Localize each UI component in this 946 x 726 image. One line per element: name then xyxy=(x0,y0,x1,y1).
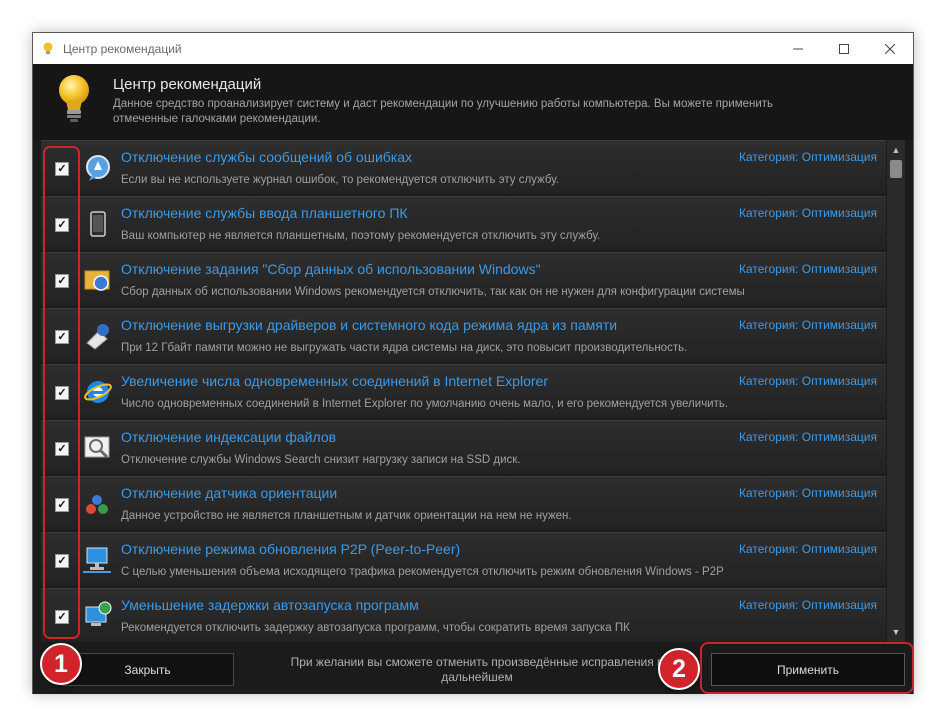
item-description: Данное устройство не является планшетным… xyxy=(121,510,572,522)
list-item[interactable]: ✓ Отключение режима обновления P2P (Peer… xyxy=(41,532,886,586)
item-title[interactable]: Отключение службы сообщений об ошибках xyxy=(121,149,412,165)
item-category: Категория: Оптимизация xyxy=(739,318,877,332)
item-category: Категория: Оптимизация xyxy=(739,262,877,276)
item-description: При 12 Гбайт памяти можно не выгружать ч… xyxy=(121,342,688,354)
list-item[interactable]: ✓ Отключение выгрузки драйверов и систем… xyxy=(41,308,886,362)
memory-icon xyxy=(83,321,113,351)
item-description: Ваш компьютер не является планшетным, по… xyxy=(121,230,601,242)
item-category: Категория: Оптимизация xyxy=(739,206,877,220)
orientation-sensor-icon xyxy=(83,489,113,519)
checkbox-highlight xyxy=(43,146,80,639)
item-category: Категория: Оптимизация xyxy=(739,542,877,556)
maximize-icon[interactable] xyxy=(821,33,867,64)
step-badge-2: 2 xyxy=(658,648,700,690)
item-title[interactable]: Отключение датчика ориентации xyxy=(121,485,337,501)
list-item[interactable]: ✓ Отключение службы ввода планшетного ПК… xyxy=(41,196,886,250)
close-button[interactable]: Закрыть xyxy=(61,653,234,686)
item-description: Сбор данных об использовании Windows рек… xyxy=(121,286,745,298)
list-item[interactable]: ✓ Отключение индексации файлов Категория… xyxy=(41,420,886,474)
item-category: Категория: Оптимизация xyxy=(739,150,877,164)
list-item[interactable]: ✓ Отключение датчика ориентации Категори… xyxy=(41,476,886,530)
undo-note: При желании вы сможете отменить произвед… xyxy=(290,655,664,684)
item-title[interactable]: Отключение выгрузки драйверов и системно… xyxy=(121,317,617,333)
item-description: Число одновременных соединений в Interne… xyxy=(121,398,729,410)
item-description: Рекомендуется отключить задержку автозап… xyxy=(121,622,630,634)
lightbulb-icon xyxy=(56,74,92,129)
window-title: Центр рекомендаций xyxy=(63,41,182,56)
scroll-down-icon[interactable]: ▼ xyxy=(887,624,905,640)
scroll-up-icon[interactable]: ▲ xyxy=(887,142,905,158)
network-computer-icon xyxy=(83,545,113,575)
recommendation-center-window: Центр рекомендаций Центр рекомендаций Да… xyxy=(32,32,914,694)
list-item[interactable]: ✓ Отключение задания "Сбор данных об исп… xyxy=(41,252,886,306)
item-category: Категория: Оптимизация xyxy=(739,486,877,500)
search-indexing-icon xyxy=(83,433,113,463)
internet-explorer-icon xyxy=(83,377,113,407)
list-item[interactable]: ✓ Уменьшение задержки автозапуска програ… xyxy=(41,588,886,642)
scrollbar-thumb[interactable] xyxy=(890,160,902,178)
item-title[interactable]: Отключение режима обновления P2P (Peer-t… xyxy=(121,541,460,557)
header-title: Центр рекомендаций xyxy=(113,76,262,93)
step-badge-1: 1 xyxy=(40,643,82,685)
apply-highlight xyxy=(700,642,914,694)
item-description: С целью уменьшения объема исходящего тра… xyxy=(121,566,724,578)
close-icon[interactable] xyxy=(867,33,913,64)
list-item[interactable]: ✓ Отключение службы сообщений об ошибках… xyxy=(41,140,886,194)
autostart-icon xyxy=(83,601,113,631)
item-category: Категория: Оптимизация xyxy=(739,598,877,612)
list-item[interactable]: ✓ Увеличение числа одновременных соедине… xyxy=(41,364,886,418)
item-category: Категория: Оптимизация xyxy=(739,374,877,388)
item-description: Отключение службы Windows Search снизит … xyxy=(121,454,521,466)
header-description: Данное средство проанализирует систему и… xyxy=(113,98,774,125)
tablet-icon xyxy=(83,209,113,239)
item-title[interactable]: Отключение службы ввода планшетного ПК xyxy=(121,205,408,221)
item-title[interactable]: Отключение индексации файлов xyxy=(121,429,336,445)
item-description: Если вы не используете журнал ошибок, то… xyxy=(121,174,559,186)
vertical-scrollbar[interactable]: ▲ ▼ xyxy=(887,140,905,642)
item-title[interactable]: Увеличение числа одновременных соединени… xyxy=(121,373,548,389)
item-title[interactable]: Уменьшение задержки автозапуска программ xyxy=(121,597,419,613)
lightbulb-icon xyxy=(33,42,63,56)
title-bar: Центр рекомендаций xyxy=(33,33,913,64)
header: Центр рекомендаций Данное средство проан… xyxy=(33,64,913,140)
item-category: Категория: Оптимизация xyxy=(739,430,877,444)
data-collection-icon xyxy=(83,265,113,295)
item-title[interactable]: Отключение задания "Сбор данных об испол… xyxy=(121,261,541,277)
recommendation-list[interactable]: ✓ Отключение службы сообщений об ошибках… xyxy=(41,140,905,642)
error-report-icon xyxy=(83,153,113,183)
minimize-icon[interactable] xyxy=(775,33,821,64)
